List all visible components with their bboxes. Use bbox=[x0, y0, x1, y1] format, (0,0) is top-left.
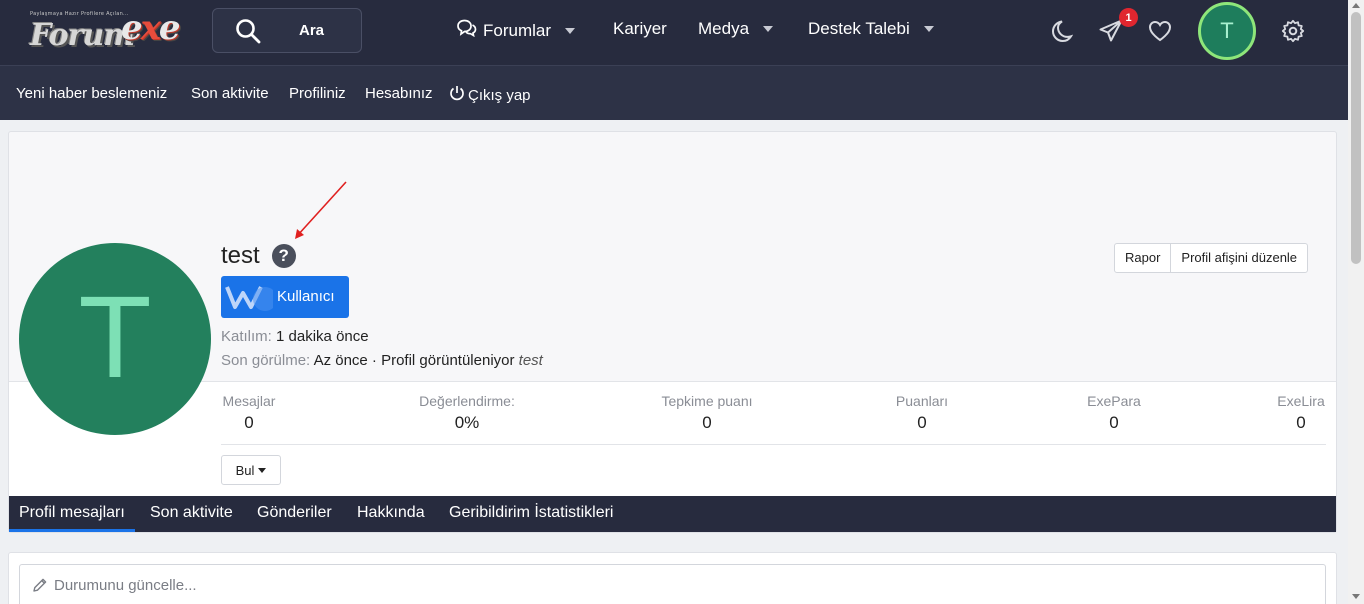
search-button[interactable]: Ara bbox=[212, 8, 362, 53]
nav-career-label: Kariyer bbox=[613, 19, 667, 38]
scroll-down-icon[interactable] bbox=[1352, 594, 1360, 599]
tab-postings[interactable]: Gönderiler bbox=[247, 496, 342, 532]
nav-forums-label: Forumlar bbox=[483, 20, 552, 40]
subnav-logout[interactable]: Çıkış yap bbox=[449, 85, 531, 105]
profile-tabs: Profil mesajları Son aktivite Gönderiler… bbox=[9, 496, 1336, 532]
nav-media[interactable]: Medya bbox=[698, 19, 774, 39]
subnav-profile[interactable]: Profiliniz bbox=[289, 85, 346, 102]
profile-actions: Rapor Profil afişini düzenle bbox=[1114, 243, 1309, 273]
last-seen-value: Az önce · Profil görüntüleniyor bbox=[313, 352, 515, 369]
logo-word: Forum bbox=[30, 18, 135, 53]
nav-support-label: Destek Talebi bbox=[808, 19, 910, 38]
heart-icon[interactable] bbox=[1148, 20, 1172, 47]
notification-badge: 1 bbox=[1119, 8, 1138, 27]
stat-messages[interactable]: Mesajlar 0 bbox=[221, 393, 277, 433]
stats-divider bbox=[221, 444, 1326, 445]
scroll-up-icon[interactable] bbox=[1352, 3, 1360, 8]
subnav-news-feed[interactable]: Yeni haber beslemeniz bbox=[16, 85, 167, 102]
stat-exepara[interactable]: ExePara 0 bbox=[1084, 393, 1144, 433]
nav-forums[interactable]: Forumlar bbox=[456, 19, 576, 42]
subnav-account[interactable]: Hesabınız bbox=[365, 85, 433, 102]
subnav-recent-activity[interactable]: Son aktivite bbox=[191, 85, 269, 102]
site-logo[interactable]: Paylaşmaya Hazır Profilere Açılan... For… bbox=[28, 6, 183, 58]
tab-feedback-stats[interactable]: Geribildirim İstatistikleri bbox=[439, 496, 623, 532]
tab-profile-posts[interactable]: Profil mesajları bbox=[9, 496, 135, 532]
chevron-down-icon bbox=[565, 27, 576, 34]
stat-points[interactable]: Puanları 0 bbox=[892, 393, 952, 433]
status-placeholder: Durumunu güncelle... bbox=[54, 577, 197, 594]
joined-value: 1 dakika önce bbox=[276, 328, 369, 345]
status-input[interactable]: Durumunu güncelle... bbox=[19, 564, 1326, 604]
gear-icon[interactable] bbox=[1281, 19, 1305, 48]
moon-icon[interactable] bbox=[1049, 19, 1074, 48]
stat-reaction-score[interactable]: Tepkime puanı 0 bbox=[655, 393, 759, 433]
page-scrollbar[interactable] bbox=[1348, 0, 1364, 604]
profile-avatar[interactable]: T bbox=[19, 243, 211, 435]
annotation-arrow bbox=[295, 181, 347, 239]
last-seen-info: Son görülme: Az önce · Profil görüntülen… bbox=[221, 352, 543, 369]
logo-tagline: Paylaşmaya Hazır Profilere Açılan... bbox=[30, 11, 129, 17]
stat-rating[interactable]: Değerlendirme: 0% bbox=[412, 393, 522, 433]
chat-icon bbox=[456, 19, 477, 42]
account-subnav: Yeni haber beslemeniz Son aktivite Profi… bbox=[0, 65, 1348, 120]
last-seen-user[interactable]: test bbox=[519, 352, 543, 369]
chevron-down-icon bbox=[763, 26, 774, 32]
report-button[interactable]: Rapor bbox=[1115, 244, 1170, 272]
caret-down-icon bbox=[258, 467, 267, 473]
tab-recent-activity[interactable]: Son aktivite bbox=[140, 496, 243, 532]
role-logo-icon bbox=[225, 281, 277, 317]
tab-about[interactable]: Hakkında bbox=[347, 496, 435, 532]
stat-exelira[interactable]: ExeLira 0 bbox=[1274, 393, 1328, 433]
nav-media-label: Medya bbox=[698, 19, 750, 38]
joined-info: Katılım: 1 dakika önce bbox=[221, 328, 369, 345]
top-navbar: Paylaşmaya Hazır Profilere Açılan... For… bbox=[0, 0, 1348, 65]
edit-banner-button[interactable]: Profil afişini düzenle bbox=[1170, 244, 1307, 272]
question-circle-icon[interactable]: ? bbox=[271, 244, 296, 268]
power-icon bbox=[449, 85, 465, 105]
search-label: Ara bbox=[299, 22, 325, 39]
logo-exe: exe bbox=[121, 8, 181, 48]
find-dropdown-button[interactable]: Bul bbox=[221, 455, 281, 485]
scrollbar-thumb[interactable] bbox=[1351, 12, 1361, 264]
role-label: Kullanıcı bbox=[277, 288, 335, 305]
nav-career[interactable]: Kariyer bbox=[613, 19, 667, 39]
username-text: test bbox=[221, 242, 260, 269]
profile-username: test ? bbox=[221, 242, 296, 270]
logout-label: Çıkış yap bbox=[468, 86, 531, 104]
search-icon bbox=[235, 18, 261, 49]
nav-support[interactable]: Destek Talebi bbox=[808, 19, 934, 39]
pencil-icon bbox=[32, 577, 48, 598]
user-avatar-menu[interactable]: T bbox=[1198, 2, 1256, 60]
user-role-banner: Kullanıcı bbox=[221, 276, 349, 318]
chevron-down-icon bbox=[923, 26, 934, 32]
